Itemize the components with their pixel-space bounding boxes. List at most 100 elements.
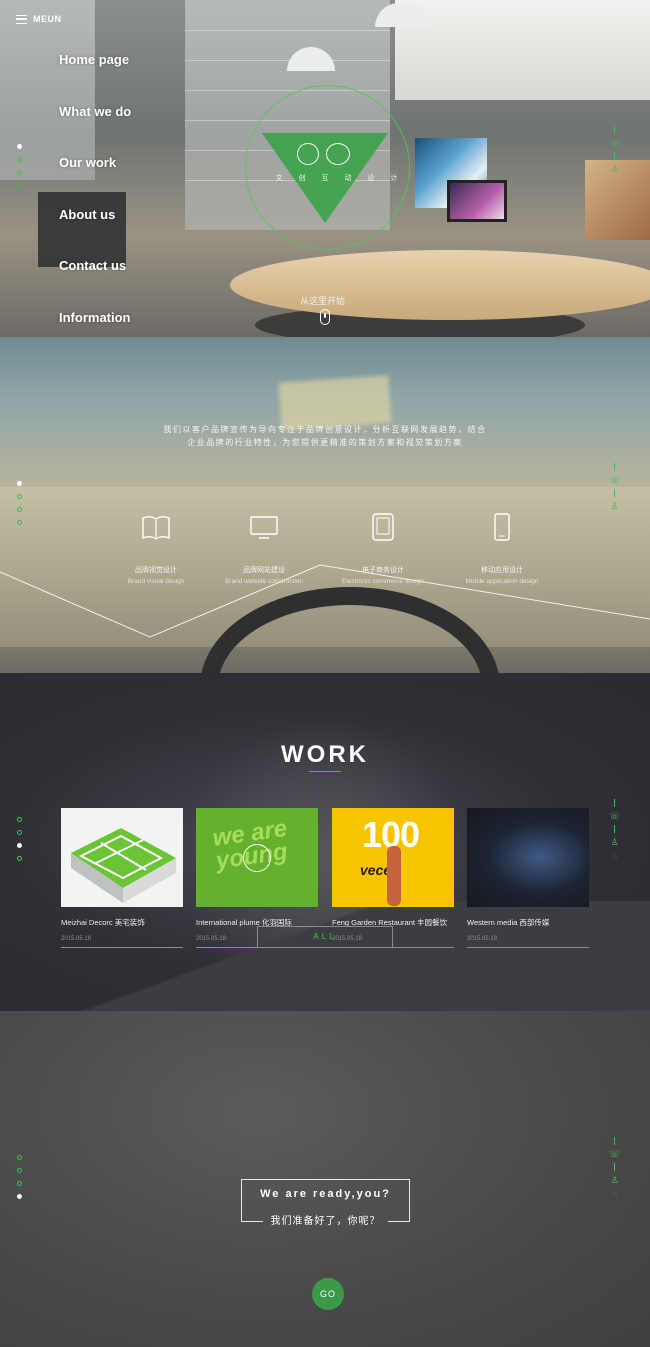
floorplan-graphic — [71, 828, 176, 903]
qq-icon[interactable]: ♙ — [611, 837, 619, 847]
view-circle-icon[interactable] — [243, 844, 271, 872]
page-dot[interactable] — [17, 481, 22, 486]
page-dot[interactable] — [17, 494, 22, 499]
go-button[interactable]: GO — [312, 1278, 344, 1310]
services-intro-line: 我们以客户品牌宣传为导向专注于品牌创意设计，分析互联网发展趋势，结合 — [163, 425, 487, 434]
nav-item-about-us[interactable]: About us — [59, 207, 131, 259]
services-intro-line: 企业品牌的行业特性，为您提供更精准的策划方案和视觉策划方案 — [187, 438, 463, 447]
divider — [614, 799, 616, 807]
social-bar: ☏ ♙ ◌ — [609, 463, 620, 525]
divider — [614, 825, 616, 833]
work-item-title: Western media 西部传媒 — [467, 918, 550, 927]
ceiling-cabinet — [395, 0, 650, 100]
service-en: Electronic commerce design — [342, 578, 424, 585]
zigzag-line — [0, 564, 650, 638]
social-bar: ☏ ♙ ◌ — [609, 126, 620, 188]
section-dots — [17, 144, 22, 188]
page-dot[interactable] — [17, 843, 22, 848]
nav-item-home[interactable]: Home page — [59, 52, 131, 104]
section-dots — [17, 1155, 22, 1199]
work-item[interactable]: Meizhai Decorc 美宅装饰 2015.05.18 — [61, 808, 183, 948]
service-ecommerce[interactable]: 电子商务设计 Electronic commerce design — [323, 512, 443, 585]
tablet-icon — [372, 513, 394, 541]
page-dot[interactable] — [17, 520, 22, 525]
nav-item-contact-us[interactable]: Contact us — [59, 258, 131, 310]
work-item-date: 2015.05.18 — [467, 936, 498, 942]
work-thumb[interactable]: we are young — [196, 808, 318, 907]
page-dot[interactable] — [17, 157, 22, 162]
section-dots — [17, 817, 22, 861]
ready-heading: We are ready,you? — [260, 1188, 391, 1200]
hero-section: 文 创 互 动 设 计 MEUN Home page What we do Ou… — [0, 0, 650, 337]
phone-icon[interactable]: ☏ — [609, 1149, 620, 1159]
work-thumb[interactable] — [61, 808, 183, 907]
service-brand-visual[interactable]: 品牌视觉设计 Brand visual design — [96, 512, 216, 585]
nav-item-what-we-do[interactable]: What we do — [59, 104, 131, 156]
divider — [614, 1137, 616, 1145]
page-dot[interactable] — [17, 170, 22, 175]
book-icon — [142, 516, 170, 540]
page-dot[interactable] — [17, 183, 22, 188]
item-divider — [61, 947, 183, 948]
divider — [614, 126, 616, 134]
page-dot[interactable] — [17, 830, 22, 835]
social-bar: ☏ ♙ ◌ — [609, 799, 620, 861]
service-brand-website[interactable]: 品牌网站建设 Brand website construction — [204, 512, 324, 585]
wechat-icon[interactable]: ◌ — [612, 178, 617, 188]
phone-icon[interactable]: ☏ — [609, 811, 620, 821]
service-mobile[interactable]: 移动应用设计 Mobile application design — [442, 512, 562, 585]
page-dot[interactable] — [17, 507, 22, 512]
section-dots — [17, 481, 22, 525]
service-cn: 移动应用设计 — [481, 567, 523, 574]
service-en: Mobile application design — [465, 578, 539, 585]
services-section: 我们以客户品牌宣传为导向专注于品牌创意设计，分析互联网发展趋势，结合 企业品牌的… — [0, 337, 650, 673]
service-cn: 电子商务设计 — [362, 567, 404, 574]
all-works-button[interactable]: ALL — [257, 926, 393, 948]
qq-icon[interactable]: ♙ — [611, 1175, 619, 1185]
work-title: WORK — [281, 741, 369, 768]
work-thumb[interactable]: 100 veces — [332, 808, 454, 907]
wechat-icon[interactable]: ◌ — [612, 515, 617, 525]
work-item-title: Meizhai Decorc 美宅装饰 — [61, 918, 145, 927]
wechat-icon[interactable]: ◌ — [612, 851, 617, 861]
phone-icon[interactable]: ☏ — [609, 138, 620, 148]
main-nav: Home page What we do Our work About us C… — [59, 52, 131, 337]
qq-icon[interactable]: ♙ — [611, 501, 619, 511]
item-divider — [467, 947, 589, 948]
page-dot[interactable] — [17, 1155, 22, 1160]
qq-icon[interactable]: ♙ — [611, 164, 619, 174]
dancer-figure — [387, 846, 401, 906]
page-dot[interactable] — [17, 817, 22, 822]
menu-label[interactable]: MEUN — [33, 14, 62, 24]
hamburger-icon[interactable] — [16, 14, 27, 24]
title-underline — [309, 771, 341, 772]
divider — [614, 463, 616, 471]
menu-toggle[interactable]: MEUN — [16, 14, 62, 24]
page-dot[interactable] — [17, 144, 22, 149]
wechat-icon[interactable]: ◌ — [612, 1189, 617, 1199]
logo-caption: 文 创 互 动 设 计 — [275, 175, 405, 182]
service-en: Brand website construction — [224, 578, 304, 585]
scroll-mouse-icon[interactable] — [320, 309, 330, 325]
divider — [614, 152, 616, 160]
nav-item-our-work[interactable]: Our work — [59, 155, 131, 207]
start-here-text: 从这里开始 — [300, 296, 346, 306]
phone-icon[interactable]: ☏ — [609, 475, 620, 485]
page-dot[interactable] — [17, 1181, 22, 1186]
service-en: Brand visual design — [127, 578, 185, 585]
page-dot[interactable] — [17, 856, 22, 861]
work-thumb[interactable] — [467, 808, 589, 907]
social-bar: ☏ ♙ ◌ — [609, 1137, 620, 1199]
work-item[interactable]: Western media 西部传媒 2015.05.18 — [467, 808, 589, 948]
logo-face-icon — [297, 143, 319, 165]
desk — [230, 250, 650, 320]
page-dot[interactable] — [17, 1168, 22, 1173]
nav-item-information[interactable]: Information — [59, 310, 131, 338]
phone-icon — [494, 513, 510, 541]
monitor-icon — [250, 516, 278, 539]
service-cn: 品牌视觉设计 — [135, 567, 177, 574]
logo-face-icon — [326, 143, 350, 165]
divider — [614, 489, 616, 497]
page-dot[interactable] — [17, 1194, 22, 1199]
ready-subheading: 我们准备好了，你呢？ — [270, 1216, 381, 1227]
